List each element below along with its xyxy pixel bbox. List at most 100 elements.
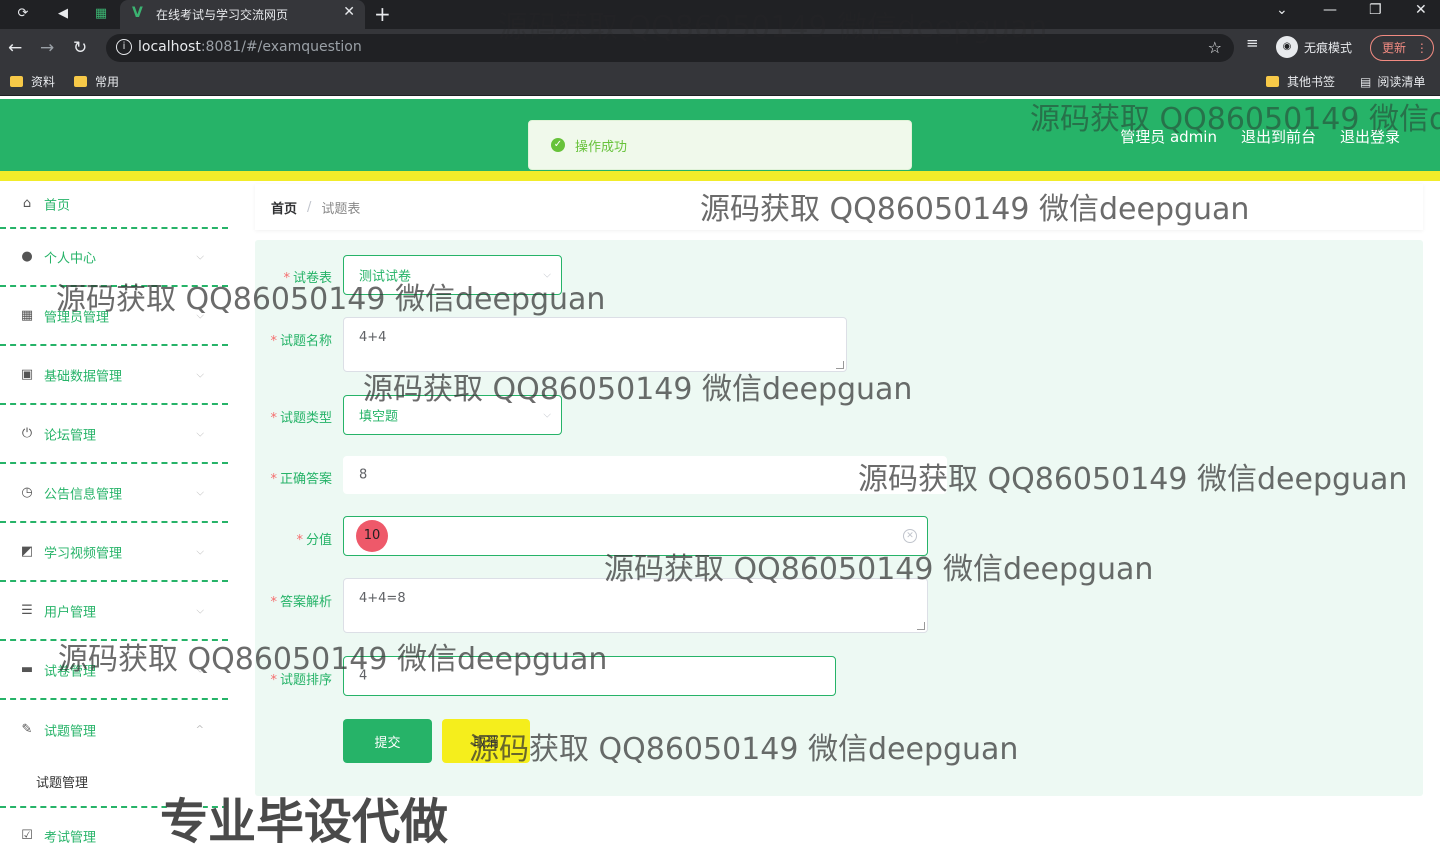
- cancel-button[interactable]: 取消: [442, 719, 530, 763]
- chevron-up-icon: ^: [195, 724, 204, 735]
- breadcrumb-separator: /: [307, 199, 312, 215]
- chevron-down-icon: ⌵: [543, 269, 551, 281]
- analysis-textarea[interactable]: 4+4=8: [343, 578, 928, 633]
- sidebar-item-basedata[interactable]: ▣ 基础数据管理 ⌵: [0, 346, 228, 405]
- admin-label: 管理员 admin: [1120, 128, 1217, 146]
- clear-icon[interactable]: ✕: [903, 529, 917, 543]
- back-icon[interactable]: ←: [8, 38, 22, 58]
- home-icon: ⌂: [22, 196, 32, 211]
- grid-icon: ▦: [20, 307, 34, 323]
- breadcrumb-current: 试题表: [321, 201, 361, 217]
- tab-group-icon[interactable]: ▦: [92, 5, 110, 23]
- chart-icon: ◩: [20, 543, 34, 559]
- bookmark-folder-changyong[interactable]: 常用: [74, 73, 119, 90]
- header-links: 管理员 admin 退出到前台 退出登录: [1120, 126, 1400, 147]
- score-input[interactable]: 10 ✕: [343, 516, 928, 556]
- logout-link[interactable]: 退出登录: [1340, 126, 1400, 147]
- power-icon: ⏻: [21, 425, 33, 441]
- name-textarea[interactable]: 4+4: [343, 317, 847, 372]
- chevron-down-icon: ⌵: [196, 487, 204, 498]
- toast-message: 操作成功: [575, 139, 628, 155]
- folder-icon: [10, 76, 23, 87]
- chevron-down-icon: ⌵: [196, 310, 204, 321]
- url-bar[interactable]: i localhost:8081/#/examquestion ☆: [106, 34, 1234, 62]
- resize-handle-icon[interactable]: [836, 361, 844, 369]
- browser-tab-active[interactable]: V 在线考试与学习交流网页 ✕: [120, 0, 365, 29]
- type-select[interactable]: 填空题 ⌵: [343, 395, 562, 435]
- sidebar-item-admins[interactable]: ▦ 管理员管理 ⌵: [0, 287, 228, 346]
- tab-search-icon[interactable]: ⌄: [1276, 2, 1288, 18]
- name-label: * 试题名称: [270, 334, 332, 349]
- chevron-down-icon: ⌵: [196, 428, 204, 439]
- reading-list[interactable]: ▤ 阅读清单: [1360, 73, 1425, 90]
- minimize-icon[interactable]: —: [1323, 2, 1337, 18]
- bookmarks-bar: 资料 常用 其他书签 ▤ 阅读清单: [0, 67, 1440, 96]
- paper-label: * 试卷表: [283, 271, 332, 286]
- reading-list-icon: ▤: [1360, 74, 1372, 89]
- success-toast: ✓ 操作成功: [528, 120, 912, 170]
- clock-icon: ◷: [21, 484, 33, 500]
- paper-select[interactable]: 测试试卷 ⌵: [343, 255, 562, 295]
- breadcrumb-home[interactable]: 首页: [271, 198, 297, 217]
- chevron-down-icon: ⌵: [196, 605, 204, 616]
- answer-label: * 正确答案: [270, 472, 332, 487]
- sidebar-item-profile[interactable]: ● 个人中心 ⌵: [0, 228, 228, 287]
- sidebar-item-forum[interactable]: ⏻ 论坛管理 ⌵: [0, 405, 228, 464]
- data-icon: ▣: [20, 366, 34, 382]
- chevron-down-icon: ⌵: [196, 251, 204, 262]
- breadcrumb: 首页 / 试题表: [255, 184, 1423, 230]
- type-label: * 试题类型: [270, 411, 332, 426]
- update-button[interactable]: 更新 ⋮: [1370, 35, 1434, 61]
- restore-icon[interactable]: ❐: [1369, 2, 1382, 18]
- window-close-icon[interactable]: ✕: [1415, 2, 1427, 18]
- sidebar-item-home[interactable]: ⌂ 首页: [0, 181, 228, 229]
- sidebar-item-notices[interactable]: ◷ 公告信息管理 ⌵: [0, 464, 228, 523]
- chevron-down-icon: ⌵: [196, 664, 204, 675]
- reload-icon[interactable]: ↻: [73, 38, 87, 58]
- promo-watermark: 专业毕设代做: [160, 794, 449, 850]
- edit-icon: ✎: [21, 721, 33, 737]
- folder-icon: [74, 76, 87, 87]
- vue-favicon-icon: V: [132, 5, 143, 21]
- audio-icon[interactable]: ◀: [54, 5, 72, 23]
- chat-icon: ▬: [20, 661, 34, 677]
- submit-button[interactable]: 提交: [343, 719, 432, 763]
- close-tab-icon[interactable]: ✕: [343, 4, 355, 20]
- answer-input[interactable]: 8: [343, 456, 947, 494]
- order-input[interactable]: 4: [343, 656, 836, 696]
- reading-mode-icon[interactable]: ≡: [1246, 34, 1259, 52]
- browser-menu-icon[interactable]: ⟳: [14, 5, 32, 23]
- bookmark-star-icon[interactable]: ☆: [1208, 38, 1222, 57]
- check-icon: ☑: [21, 828, 33, 843]
- incognito-badge[interactable]: ◉ 无痕模式: [1276, 34, 1352, 60]
- sidebar-item-videos[interactable]: ◩ 学习视频管理 ⌵: [0, 523, 228, 582]
- sidebar-item-papers[interactable]: ▬ 试卷管理 ⌵: [0, 641, 228, 700]
- score-label: * 分值: [296, 533, 332, 548]
- chevron-down-icon: ⌵: [196, 546, 204, 557]
- new-tab-icon[interactable]: +: [374, 2, 391, 26]
- list-icon: ☰: [21, 602, 33, 618]
- tab-title: 在线考试与学习交流网页: [156, 8, 289, 22]
- browser-tab-strip: ⟳ ◀ ▦ V 在线考试与学习交流网页 ✕ + ⌄ — ❐ ✕: [0, 0, 1440, 29]
- chevron-down-icon: ⌵: [196, 369, 204, 380]
- other-bookmarks[interactable]: 其他书签: [1266, 73, 1335, 90]
- address-bar-row: ← → ↻ i localhost:8081/#/examquestion ☆ …: [0, 29, 1440, 67]
- incognito-icon: ◉: [1276, 36, 1298, 58]
- resize-handle-icon[interactable]: [917, 622, 925, 630]
- bookmark-folder-ziliao[interactable]: 资料: [10, 73, 55, 90]
- goto-front-link[interactable]: 退出到前台: [1241, 126, 1316, 147]
- chevron-down-icon: ⌵: [543, 409, 551, 421]
- user-icon: ●: [21, 248, 33, 264]
- sidebar-item-questions[interactable]: ✎ 试题管理 ^: [0, 700, 228, 759]
- url-text: localhost:8081/#/examquestion: [138, 39, 362, 55]
- forward-icon[interactable]: →: [40, 38, 54, 58]
- cursor-highlight: 10: [356, 520, 388, 552]
- site-info-icon[interactable]: i: [116, 39, 132, 55]
- check-circle-icon: ✓: [551, 138, 565, 152]
- analysis-label: * 答案解析: [270, 595, 332, 610]
- header-accent-bar: [0, 171, 1440, 181]
- sidebar-item-users[interactable]: ☰ 用户管理 ⌵: [0, 582, 228, 641]
- sidebar: ⌂ 首页 ● 个人中心 ⌵ ▦ 管理员管理 ⌵ ▣ 基础数据管理 ⌵ ⏻ 论坛管…: [0, 181, 228, 864]
- order-label: * 试题排序: [270, 673, 332, 688]
- folder-icon: [1266, 76, 1279, 87]
